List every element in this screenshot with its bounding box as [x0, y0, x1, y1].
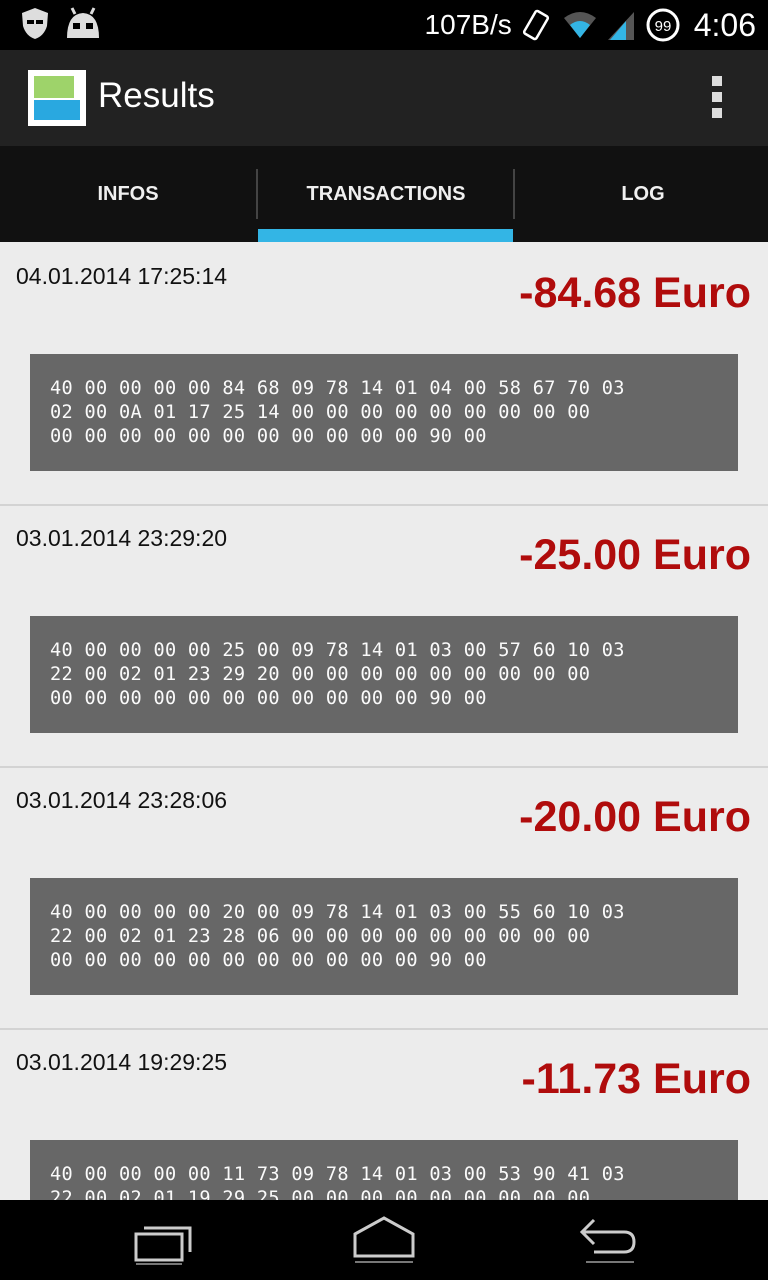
tab-transactions[interactable]: TRANSACTIONS: [258, 147, 514, 242]
transaction-amount: -11.73 Euro: [521, 1055, 751, 1103]
tab-bar: INFOS TRANSACTIONS LOG: [0, 147, 768, 242]
network-speed: 107B/s: [424, 9, 512, 40]
clock: 4:06: [693, 6, 756, 43]
status-bar: 107B/s 99 4:06: [0, 0, 768, 50]
transaction-hex-data: 40 00 00 00 00 20 00 09 78 14 01 03 00 5…: [30, 878, 738, 995]
transaction-date: 03.01.2014 23:28:06: [16, 787, 228, 813]
app-logo-icon[interactable]: [28, 70, 86, 126]
transaction-date: 04.01.2014 17:25:14: [16, 263, 228, 289]
page-title: Results: [98, 76, 215, 115]
home-icon[interactable]: [349, 1212, 419, 1268]
wifi-icon: [563, 12, 596, 38]
battery-level: 99: [654, 18, 671, 35]
transaction-date: 03.01.2014 19:29:25: [16, 1049, 228, 1075]
tab-log[interactable]: LOG: [515, 147, 768, 242]
transaction-item[interactable]: 04.01.2014 17:25:14 -84.68 Euro 40 00 00…: [0, 243, 768, 506]
transaction-hex-data: 40 00 00 00 00 84 68 09 78 14 01 04 00 5…: [30, 354, 738, 471]
navigation-bar: [0, 1200, 768, 1280]
tab-infos[interactable]: INFOS: [0, 147, 256, 242]
transaction-hex-data: 40 00 00 00 00 25 00 09 78 14 01 03 00 5…: [30, 616, 738, 733]
transaction-list[interactable]: 04.01.2014 17:25:14 -84.68 Euro 40 00 00…: [0, 243, 768, 1200]
tab-selected-indicator: [258, 229, 513, 242]
transaction-item[interactable]: 03.01.2014 23:28:06 -20.00 Euro 40 00 00…: [0, 767, 768, 1030]
transaction-amount: -25.00 Euro: [519, 531, 751, 579]
action-bar: Results: [0, 50, 768, 147]
rotate-icon: [522, 9, 549, 41]
battery-icon: 99: [646, 8, 680, 42]
recent-apps-icon[interactable]: [128, 1212, 198, 1268]
transaction-item[interactable]: 03.01.2014 23:29:20 -25.00 Euro 40 00 00…: [0, 505, 768, 768]
transaction-amount: -20.00 Euro: [519, 793, 751, 841]
back-icon[interactable]: [574, 1212, 644, 1268]
signal-icon: [607, 12, 634, 40]
transaction-date: 03.01.2014 23:29:20: [16, 525, 228, 551]
android-icon: [67, 7, 99, 38]
transaction-item[interactable]: 03.01.2014 19:29:25 -11.73 Euro 40 00 00…: [0, 1029, 768, 1200]
overflow-menu-icon[interactable]: [710, 76, 724, 122]
transaction-hex-data: 40 00 00 00 00 11 73 09 78 14 01 03 00 5…: [30, 1140, 738, 1200]
privacy-guard-icon: [22, 8, 48, 39]
transaction-amount: -84.68 Euro: [519, 269, 751, 317]
